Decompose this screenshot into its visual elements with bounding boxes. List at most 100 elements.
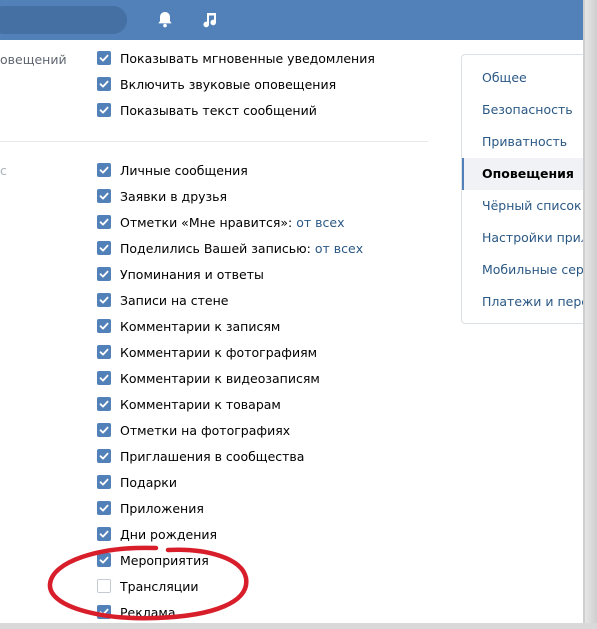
option-label: Мероприятия — [120, 552, 209, 568]
menu-item-mobile-services[interactable]: Мобильные серви — [462, 254, 597, 286]
option-label: Включить звуковые оповещения — [120, 76, 337, 92]
checkbox-checked[interactable] — [97, 189, 111, 203]
top-bar — [0, 0, 597, 40]
section-label-instant: овещений — [0, 52, 67, 67]
checkbox-checked[interactable] — [97, 475, 111, 489]
checkbox-checked[interactable] — [97, 605, 111, 619]
check-icon — [99, 106, 109, 114]
option-row[interactable]: Приглашения в сообщества — [97, 446, 304, 466]
divider — [0, 141, 428, 142]
check-icon — [99, 166, 109, 174]
checkbox-checked[interactable] — [97, 553, 111, 567]
option-label: Комментарии к записям — [120, 318, 281, 334]
option-row[interactable]: Мероприятия — [97, 550, 209, 570]
option-row[interactable]: Включить звуковые оповещения — [97, 74, 336, 94]
check-icon — [99, 452, 109, 460]
search-field[interactable] — [0, 6, 127, 34]
check-icon — [99, 556, 109, 564]
checkbox-checked[interactable] — [97, 241, 111, 255]
checkbox-checked[interactable] — [97, 267, 111, 281]
checkbox-unchecked[interactable] — [97, 579, 111, 593]
option-link[interactable]: от всех — [296, 215, 344, 230]
option-row[interactable]: Подарки — [97, 472, 177, 492]
check-icon — [99, 400, 109, 408]
menu-item-app-settings[interactable]: Настройки прилож — [462, 222, 597, 254]
checkbox-checked[interactable] — [97, 77, 111, 91]
checkbox-checked[interactable] — [97, 163, 111, 177]
option-row[interactable]: Трансляции — [97, 576, 199, 596]
option-row[interactable]: Комментарии к видеозаписям — [97, 368, 320, 388]
option-row[interactable]: Комментарии к товарам — [97, 394, 281, 414]
check-icon — [99, 54, 109, 62]
option-label: Дни рождения — [120, 526, 218, 542]
option-row[interactable]: Показывать текст сообщений — [97, 100, 317, 120]
option-row[interactable]: Поделились Вашей записью: от всех — [97, 238, 363, 258]
checkbox-checked[interactable] — [97, 527, 111, 541]
menu-item-general[interactable]: Общее — [462, 62, 597, 94]
check-icon — [99, 244, 109, 252]
option-row[interactable]: Приложения — [97, 498, 204, 518]
option-label: Подарки — [120, 474, 177, 490]
option-row[interactable]: Комментарии к фотографиям — [97, 342, 317, 362]
checkbox-checked[interactable] — [97, 423, 111, 437]
option-link[interactable]: от всех — [315, 241, 363, 256]
bell-icon[interactable] — [155, 10, 175, 30]
checkbox-checked[interactable] — [97, 51, 111, 65]
menu-item-privacy[interactable]: Приватность — [462, 126, 597, 158]
music-icon[interactable] — [200, 10, 220, 30]
checkbox-checked[interactable] — [97, 319, 111, 333]
option-label: Отметки «Мне нравится»: — [120, 214, 293, 230]
checkbox-checked[interactable] — [97, 103, 111, 117]
check-icon — [99, 218, 109, 226]
option-row[interactable]: Комментарии к записям — [97, 316, 280, 336]
option-label: Поделились Вашей записью: — [120, 240, 311, 256]
option-row[interactable]: Заявки в друзья — [97, 186, 227, 206]
option-label: Отметки на фотографиях — [120, 422, 291, 438]
menu-item-notifications[interactable]: Оповещения — [462, 158, 597, 190]
option-label: Личные сообщения — [120, 162, 248, 178]
option-label: Приложения — [120, 500, 204, 516]
menu-item-blacklist[interactable]: Чёрный список — [462, 190, 597, 222]
option-row[interactable]: Упоминания и ответы — [97, 264, 264, 284]
check-icon — [99, 348, 109, 356]
checkbox-checked[interactable] — [97, 501, 111, 515]
settings-menu: Общее Безопасность Приватность Оповещени… — [461, 54, 597, 324]
option-row[interactable]: Личные сообщения — [97, 160, 248, 180]
window-frame-right — [583, 0, 597, 629]
option-label: Реклама — [120, 604, 176, 620]
check-icon — [99, 296, 109, 304]
option-row[interactable]: Показывать мгновенные уведомления — [97, 48, 375, 68]
option-label: Упоминания и ответы — [120, 266, 264, 282]
check-icon — [99, 374, 109, 382]
section-label-types: с — [0, 163, 7, 178]
option-label: Показывать текст сообщений — [120, 102, 317, 118]
option-label: Комментарии к видеозаписям — [120, 370, 320, 386]
option-row[interactable]: Реклама — [97, 602, 176, 622]
menu-item-payments[interactable]: Платежи и перево — [462, 286, 597, 318]
option-row[interactable]: Отметки на фотографиях — [97, 420, 290, 440]
option-label: Трансляции — [120, 578, 199, 594]
checkbox-checked[interactable] — [97, 293, 111, 307]
window-frame-bottom — [0, 623, 597, 629]
check-icon — [99, 478, 109, 486]
option-label: Заявки в друзья — [120, 188, 228, 204]
checkbox-checked[interactable] — [97, 371, 111, 385]
checkbox-checked[interactable] — [97, 345, 111, 359]
check-icon — [99, 530, 109, 538]
checkbox-checked[interactable] — [97, 215, 111, 229]
check-icon — [99, 426, 109, 434]
option-label: Записи на стене — [120, 292, 229, 308]
option-label: Показывать мгновенные уведомления — [120, 50, 375, 66]
option-label: Комментарии к фотографиям — [120, 344, 318, 360]
checkbox-checked[interactable] — [97, 449, 111, 463]
check-icon — [99, 504, 109, 512]
check-icon — [99, 80, 109, 88]
option-row[interactable]: Дни рождения — [97, 524, 217, 544]
option-row[interactable]: Отметки «Мне нравится»: от всех — [97, 212, 344, 232]
check-icon — [99, 192, 109, 200]
option-row[interactable]: Записи на стене — [97, 290, 228, 310]
checkbox-checked[interactable] — [97, 397, 111, 411]
option-label: Приглашения в сообщества — [120, 448, 305, 464]
check-icon — [99, 608, 109, 616]
menu-item-security[interactable]: Безопасность — [462, 94, 597, 126]
